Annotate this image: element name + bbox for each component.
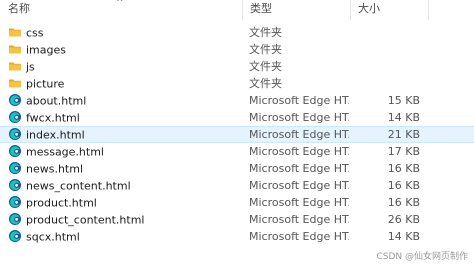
folder-icon [8, 42, 22, 56]
file-type: 文件夹 [249, 60, 282, 73]
file-row[interactable]: news_content.html Microsoft Edge HT... 16 … [0, 177, 474, 194]
file-type: Microsoft Edge HT... [249, 94, 349, 107]
column-header-type-label: 类型 [250, 2, 272, 15]
file-size: 16 KB [387, 179, 420, 192]
file-name-cell: product_content.html [8, 211, 242, 228]
edge-html-icon [8, 110, 22, 124]
file-type: Microsoft Edge HT... [249, 162, 349, 175]
edge-html-icon [8, 93, 22, 107]
edge-html-icon [8, 144, 22, 158]
folder-icon [8, 76, 22, 90]
column-header-row: 名称 ^ 类型 大小 [0, 0, 474, 20]
file-row[interactable]: js 文件夹 [0, 58, 474, 75]
chevron-up-icon[interactable]: ^ [116, 0, 124, 8]
file-type: Microsoft Edge HT... [249, 179, 349, 192]
column-header-size[interactable]: 大小 [350, 0, 428, 20]
file-name-cell: sqcx.html [8, 228, 242, 245]
file-name: product.html [26, 196, 97, 210]
file-name: message.html [26, 145, 104, 159]
file-type: 文件夹 [249, 43, 282, 56]
file-row[interactable]: news.html Microsoft Edge HT... 16 KB [0, 160, 474, 177]
file-size: 16 KB [387, 162, 420, 175]
file-size [352, 24, 420, 41]
file-type: Microsoft Edge HT... [249, 213, 349, 226]
edge-html-icon [8, 229, 22, 243]
file-row[interactable]: fwcx.html Microsoft Edge HT... 14 KB [0, 109, 474, 126]
file-row[interactable]: sqcx.html Microsoft Edge HT... 14 KB [0, 228, 474, 245]
edge-html-icon [8, 178, 22, 192]
file-row[interactable]: images 文件夹 [0, 41, 474, 58]
file-name-cell: css [8, 24, 242, 41]
file-list: css 文件夹 images 文件夹 js 文件夹 picture 文件夹 about.html… [0, 24, 474, 245]
file-size: 21 KB [387, 128, 420, 141]
file-name-cell: fwcx.html [8, 109, 242, 126]
file-type: Microsoft Edge HT... [249, 111, 349, 124]
file-name-cell: about.html [8, 92, 242, 109]
file-type: Microsoft Edge HT... [249, 145, 349, 158]
file-name: news.html [26, 162, 84, 176]
file-name-cell: index.html [8, 127, 242, 144]
file-name-cell: picture [8, 75, 242, 92]
file-row[interactable]: product_content.html Microsoft Edge HT...… [0, 211, 474, 228]
file-size [352, 58, 420, 75]
edge-html-icon [8, 212, 22, 226]
column-header-size-label: 大小 [358, 2, 380, 15]
file-name: about.html [26, 94, 87, 108]
file-row[interactable]: message.html Microsoft Edge HT... 17 KB [0, 143, 474, 160]
file-name: picture [26, 77, 65, 91]
edge-html-icon [8, 161, 22, 175]
file-size: 14 KB [387, 230, 420, 243]
file-row[interactable]: about.html Microsoft Edge HT... 15 KB [0, 92, 474, 109]
file-type: 文件夹 [249, 26, 282, 39]
file-name-cell: product.html [8, 194, 242, 211]
column-header-type[interactable]: 类型 [242, 0, 350, 20]
file-size [352, 41, 420, 58]
file-name-cell: news.html [8, 160, 242, 177]
file-name-cell: message.html [8, 143, 242, 160]
file-name: css [26, 26, 44, 40]
file-type: Microsoft Edge HT... [249, 196, 349, 209]
file-name-cell: news_content.html [8, 177, 242, 194]
file-size: 15 KB [387, 94, 420, 107]
file-name: js [26, 60, 35, 74]
folder-icon [8, 59, 22, 73]
watermark: CSDN @仙女网页制作 [376, 252, 468, 262]
file-name: news_content.html [26, 179, 131, 193]
file-row[interactable]: picture 文件夹 [0, 75, 474, 92]
file-type: Microsoft Edge HT... [249, 230, 349, 243]
file-name: fwcx.html [26, 111, 80, 125]
edge-html-icon [8, 127, 22, 141]
file-name-cell: js [8, 58, 242, 75]
file-name: sqcx.html [26, 230, 80, 244]
file-row[interactable]: css 文件夹 [0, 24, 474, 41]
edge-html-icon [8, 195, 22, 209]
file-size: 26 KB [387, 213, 420, 226]
folder-icon [8, 25, 22, 39]
file-explorer-list-view: 名称 ^ 类型 大小 css 文件夹 images 文件夹 js 文件夹 picture 文件… [0, 0, 474, 266]
column-header-name-label: 名称 [8, 2, 30, 15]
file-name: index.html [26, 128, 85, 142]
file-type: Microsoft Edge HT... [249, 128, 349, 141]
file-name: product_content.html [26, 213, 145, 227]
file-type: 文件夹 [249, 77, 282, 90]
file-name: images [26, 43, 66, 57]
file-size [352, 75, 420, 92]
file-row[interactable]: index.html Microsoft Edge HT... 21 KB [0, 126, 474, 143]
file-size: 17 KB [387, 145, 420, 158]
column-divider[interactable] [428, 0, 429, 20]
file-row[interactable]: product.html Microsoft Edge HT... 16 KB [0, 194, 474, 211]
file-name-cell: images [8, 41, 242, 58]
file-size: 14 KB [387, 111, 420, 124]
file-size: 16 KB [387, 196, 420, 209]
